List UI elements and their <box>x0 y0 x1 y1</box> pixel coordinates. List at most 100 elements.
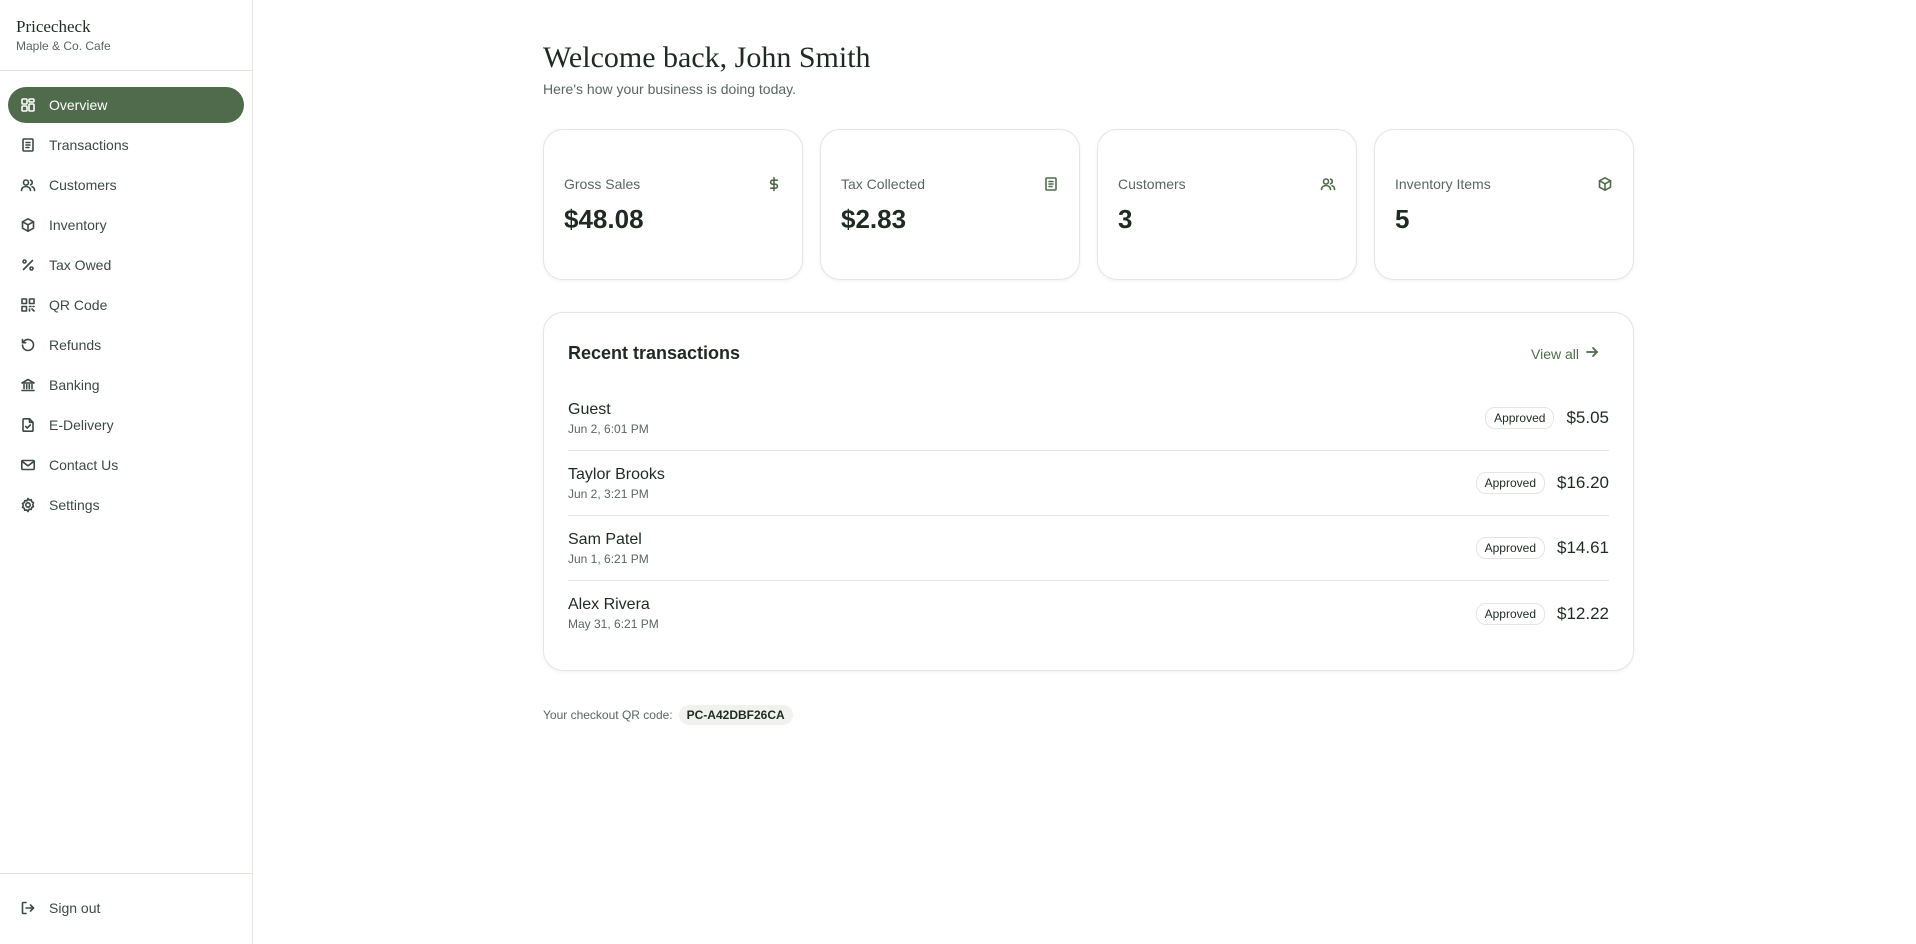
table-row[interactable]: Sam Patel Jun 1, 6:21 PM Approved $14.61 <box>568 516 1609 581</box>
transaction-amount: $16.20 <box>1557 473 1609 492</box>
transaction-date: Jun 2, 6:01 PM <box>568 421 649 436</box>
status-badge: Approved <box>1475 472 1545 494</box>
transaction-customer: Taylor Brooks <box>568 465 665 483</box>
business-name: Maple & Co. Cafe <box>16 39 111 53</box>
stat-value: $2.83 <box>841 204 907 234</box>
log-out-icon <box>20 900 36 916</box>
table-row[interactable]: Guest Jun 2, 6:01 PM Approved $5.05 <box>568 386 1609 451</box>
stats-row: Gross Sales $48.08 Tax Collected $2.83 C… <box>543 129 1634 280</box>
package-icon <box>1597 176 1613 192</box>
stat-label: Gross Sales <box>564 176 641 192</box>
qr-label: Your checkout QR code: <box>543 708 673 722</box>
page-title: Welcome back, John Smith <box>543 41 871 74</box>
sidebar-item-label: Customers <box>49 177 117 193</box>
receipt-icon <box>1043 176 1059 192</box>
transaction-meta: Approved $16.20 <box>1475 472 1609 494</box>
view-all-label: View all <box>1531 345 1579 362</box>
sidebar-item-overview[interactable]: Overview <box>8 87 244 123</box>
table-row[interactable]: Alex Rivera May 31, 6:21 PM Approved $12… <box>568 581 1609 646</box>
sidebar-item-label: Tax Owed <box>49 257 112 273</box>
signout-section: Sign out <box>0 873 252 944</box>
stat-value: 5 <box>1395 204 1410 234</box>
sidebar-item-qr-code[interactable]: QR Code <box>8 287 244 323</box>
sidebar-item-label: Banking <box>49 377 100 393</box>
transaction-amount: $5.05 <box>1566 408 1609 427</box>
transaction-meta: Approved $14.61 <box>1475 537 1609 559</box>
sidebar-item-label: Refunds <box>49 337 102 353</box>
transaction-date: May 31, 6:21 PM <box>568 617 659 631</box>
transaction-info: Guest Jun 2, 6:01 PM <box>568 401 649 436</box>
main-content: Welcome back, John Smith Here's how your… <box>253 0 1916 944</box>
percent-icon <box>20 257 36 273</box>
page-subtitle: Here's how your business is doing today. <box>543 81 796 97</box>
mail-icon <box>20 457 36 473</box>
brand: Pricecheck Maple & Co. Cafe <box>0 0 252 71</box>
recent-transactions-title: Recent transactions <box>568 343 741 363</box>
sidebar-nav: Overview Transactions Customers Inventor… <box>0 71 252 873</box>
sidebar-item-contact-us[interactable]: Contact Us <box>8 447 244 483</box>
stat-value: $48.08 <box>564 204 644 234</box>
transaction-date: Jun 1, 6:21 PM <box>568 551 649 566</box>
grid-icon <box>20 97 36 113</box>
qr-code-value: PC-A42DBF26CA <box>678 705 793 725</box>
transaction-date: Jun 2, 3:21 PM <box>568 486 649 501</box>
recent-transactions-card: Recent transactions View all Guest Jun 2… <box>543 312 1634 671</box>
sidebar: Pricecheck Maple & Co. Cafe Overview Tra… <box>0 0 253 944</box>
sidebar-item-label: Overview <box>49 97 108 113</box>
transaction-info: Alex Rivera May 31, 6:21 PM <box>568 596 659 631</box>
app: Pricecheck Maple & Co. Cafe Overview Tra… <box>0 0 1916 944</box>
transaction-meta: Approved $12.22 <box>1475 602 1609 625</box>
transaction-info: Taylor Brooks Jun 2, 3:21 PM <box>568 466 665 501</box>
stat-card-tax-collected: Tax Collected $2.83 <box>820 129 1080 280</box>
sidebar-item-label: Transactions <box>49 137 129 153</box>
transaction-meta: Approved $5.05 <box>1485 407 1609 429</box>
dollar-icon <box>766 176 782 192</box>
view-all-link[interactable]: View all <box>1531 345 1609 362</box>
sidebar-item-customers[interactable]: Customers <box>8 167 244 203</box>
bank-icon <box>20 377 36 393</box>
stat-label: Tax Collected <box>841 176 926 192</box>
stat-value: 3 <box>1118 204 1133 234</box>
users-icon <box>20 177 36 193</box>
transaction-info: Sam Patel Jun 1, 6:21 PM <box>568 531 649 566</box>
transaction-amount: $14.61 <box>1557 538 1609 557</box>
gear-icon <box>20 497 36 513</box>
package-icon <box>20 217 36 233</box>
stat-card-inventory-items: Inventory Items 5 <box>1374 129 1634 280</box>
rotate-ccw-icon <box>20 337 36 353</box>
arrow-right-icon <box>1585 345 1599 362</box>
status-badge: Approved <box>1475 602 1545 625</box>
sidebar-item-transactions[interactable]: Transactions <box>8 127 244 163</box>
sidebar-item-label: Inventory <box>49 217 107 233</box>
sidebar-item-e-delivery[interactable]: E-Delivery <box>8 407 244 443</box>
stat-label: Inventory Items <box>1395 176 1491 192</box>
recent-transactions-header: Recent transactions View all <box>568 343 1609 364</box>
sidebar-item-label: E-Delivery <box>49 417 114 433</box>
users-icon <box>1320 176 1336 192</box>
status-badge: Approved <box>1485 407 1555 429</box>
sidebar-item-label: QR Code <box>49 297 108 313</box>
sidebar-item-banking[interactable]: Banking <box>8 367 244 403</box>
sidebar-item-tax-owed[interactable]: Tax Owed <box>8 247 244 283</box>
transaction-customer: Sam Patel <box>568 530 642 548</box>
sign-out-label: Sign out <box>49 900 101 916</box>
file-check-icon <box>20 417 36 433</box>
sidebar-item-refunds[interactable]: Refunds <box>8 327 244 363</box>
transaction-customer: Alex Rivera <box>568 596 650 613</box>
sidebar-item-inventory[interactable]: Inventory <box>8 207 244 243</box>
sign-out-button[interactable]: Sign out <box>8 890 244 926</box>
sidebar-item-label: Settings <box>49 497 100 513</box>
transaction-amount: $12.22 <box>1557 603 1609 623</box>
checkout-qr-line: Your checkout QR code: PC-A42DBF26CA <box>543 705 1634 725</box>
sidebar-item-label: Contact Us <box>49 457 119 473</box>
stat-card-customers: Customers 3 <box>1097 129 1357 280</box>
stat-label: Customers <box>1118 176 1186 192</box>
status-badge: Approved <box>1475 537 1545 559</box>
transaction-customer: Guest <box>568 400 611 418</box>
brand-name: Pricecheck <box>16 17 91 36</box>
table-row[interactable]: Taylor Brooks Jun 2, 3:21 PM Approved $1… <box>568 451 1609 516</box>
overview-page: Welcome back, John Smith Here's how your… <box>543 40 1634 725</box>
qr-code-icon <box>20 297 36 313</box>
receipt-icon <box>20 137 36 153</box>
sidebar-item-settings[interactable]: Settings <box>8 487 244 523</box>
